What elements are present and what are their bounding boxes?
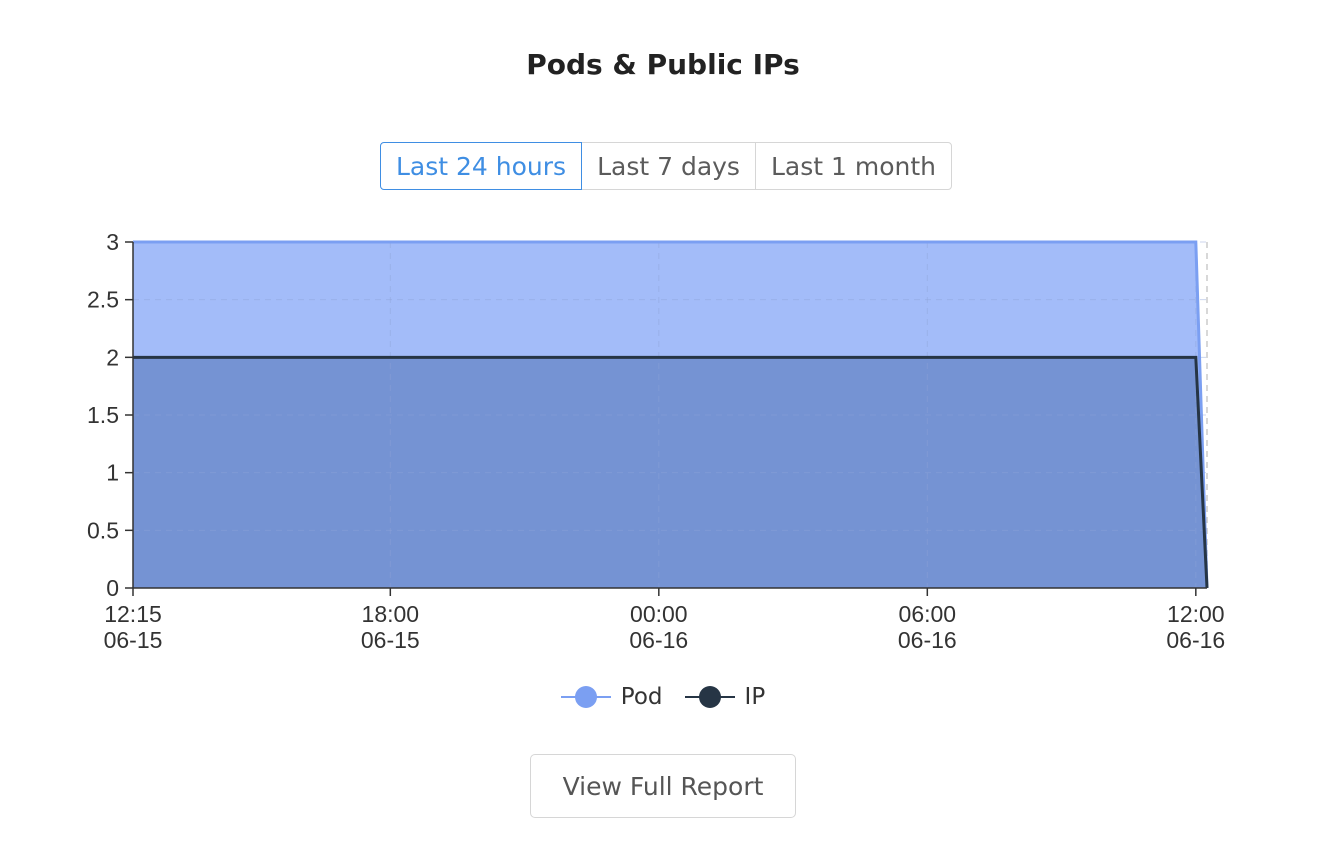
y-tick-label: 2.5 [87,287,119,313]
pods-ips-chart: 00.511.522.5312:1506-1518:0006-1500:0006… [87,229,1225,653]
x-tick-label-time: 12:15 [104,601,162,627]
x-tick-label-date: 06-16 [898,627,957,653]
view-full-report-button[interactable]: View Full Report [530,754,796,818]
y-tick-label: 1 [106,460,119,486]
legend-label-pod: Pod [620,684,663,710]
legend-item-ip[interactable]: IP [684,684,766,710]
chart-legend: Pod IP [0,684,1326,710]
x-tick-label-date: 06-15 [361,627,420,653]
y-tick-label: 0 [106,575,119,601]
x-tick-label-date: 06-16 [629,627,688,653]
x-tick-label-time: 00:00 [630,601,688,627]
legend-label-ip: IP [744,684,766,710]
x-tick-label-time: 18:00 [362,601,420,627]
ip-legend-marker-icon [684,686,735,708]
x-tick-label-time: 12:00 [1167,601,1225,627]
x-tick-label-time: 06:00 [899,601,957,627]
ip-series-area [133,357,1207,588]
y-tick-label: 2 [106,344,119,370]
y-tick-label: 3 [106,229,119,255]
x-tick-label-date: 06-15 [104,627,163,653]
pod-legend-marker-icon [560,686,611,708]
legend-item-pod[interactable]: Pod [560,684,663,710]
x-tick-label-date: 06-16 [1166,627,1225,653]
range-tab-24h[interactable]: Last 24 hours [380,142,583,190]
y-tick-label: 0.5 [87,517,119,543]
y-tick-label: 1.5 [87,402,119,428]
